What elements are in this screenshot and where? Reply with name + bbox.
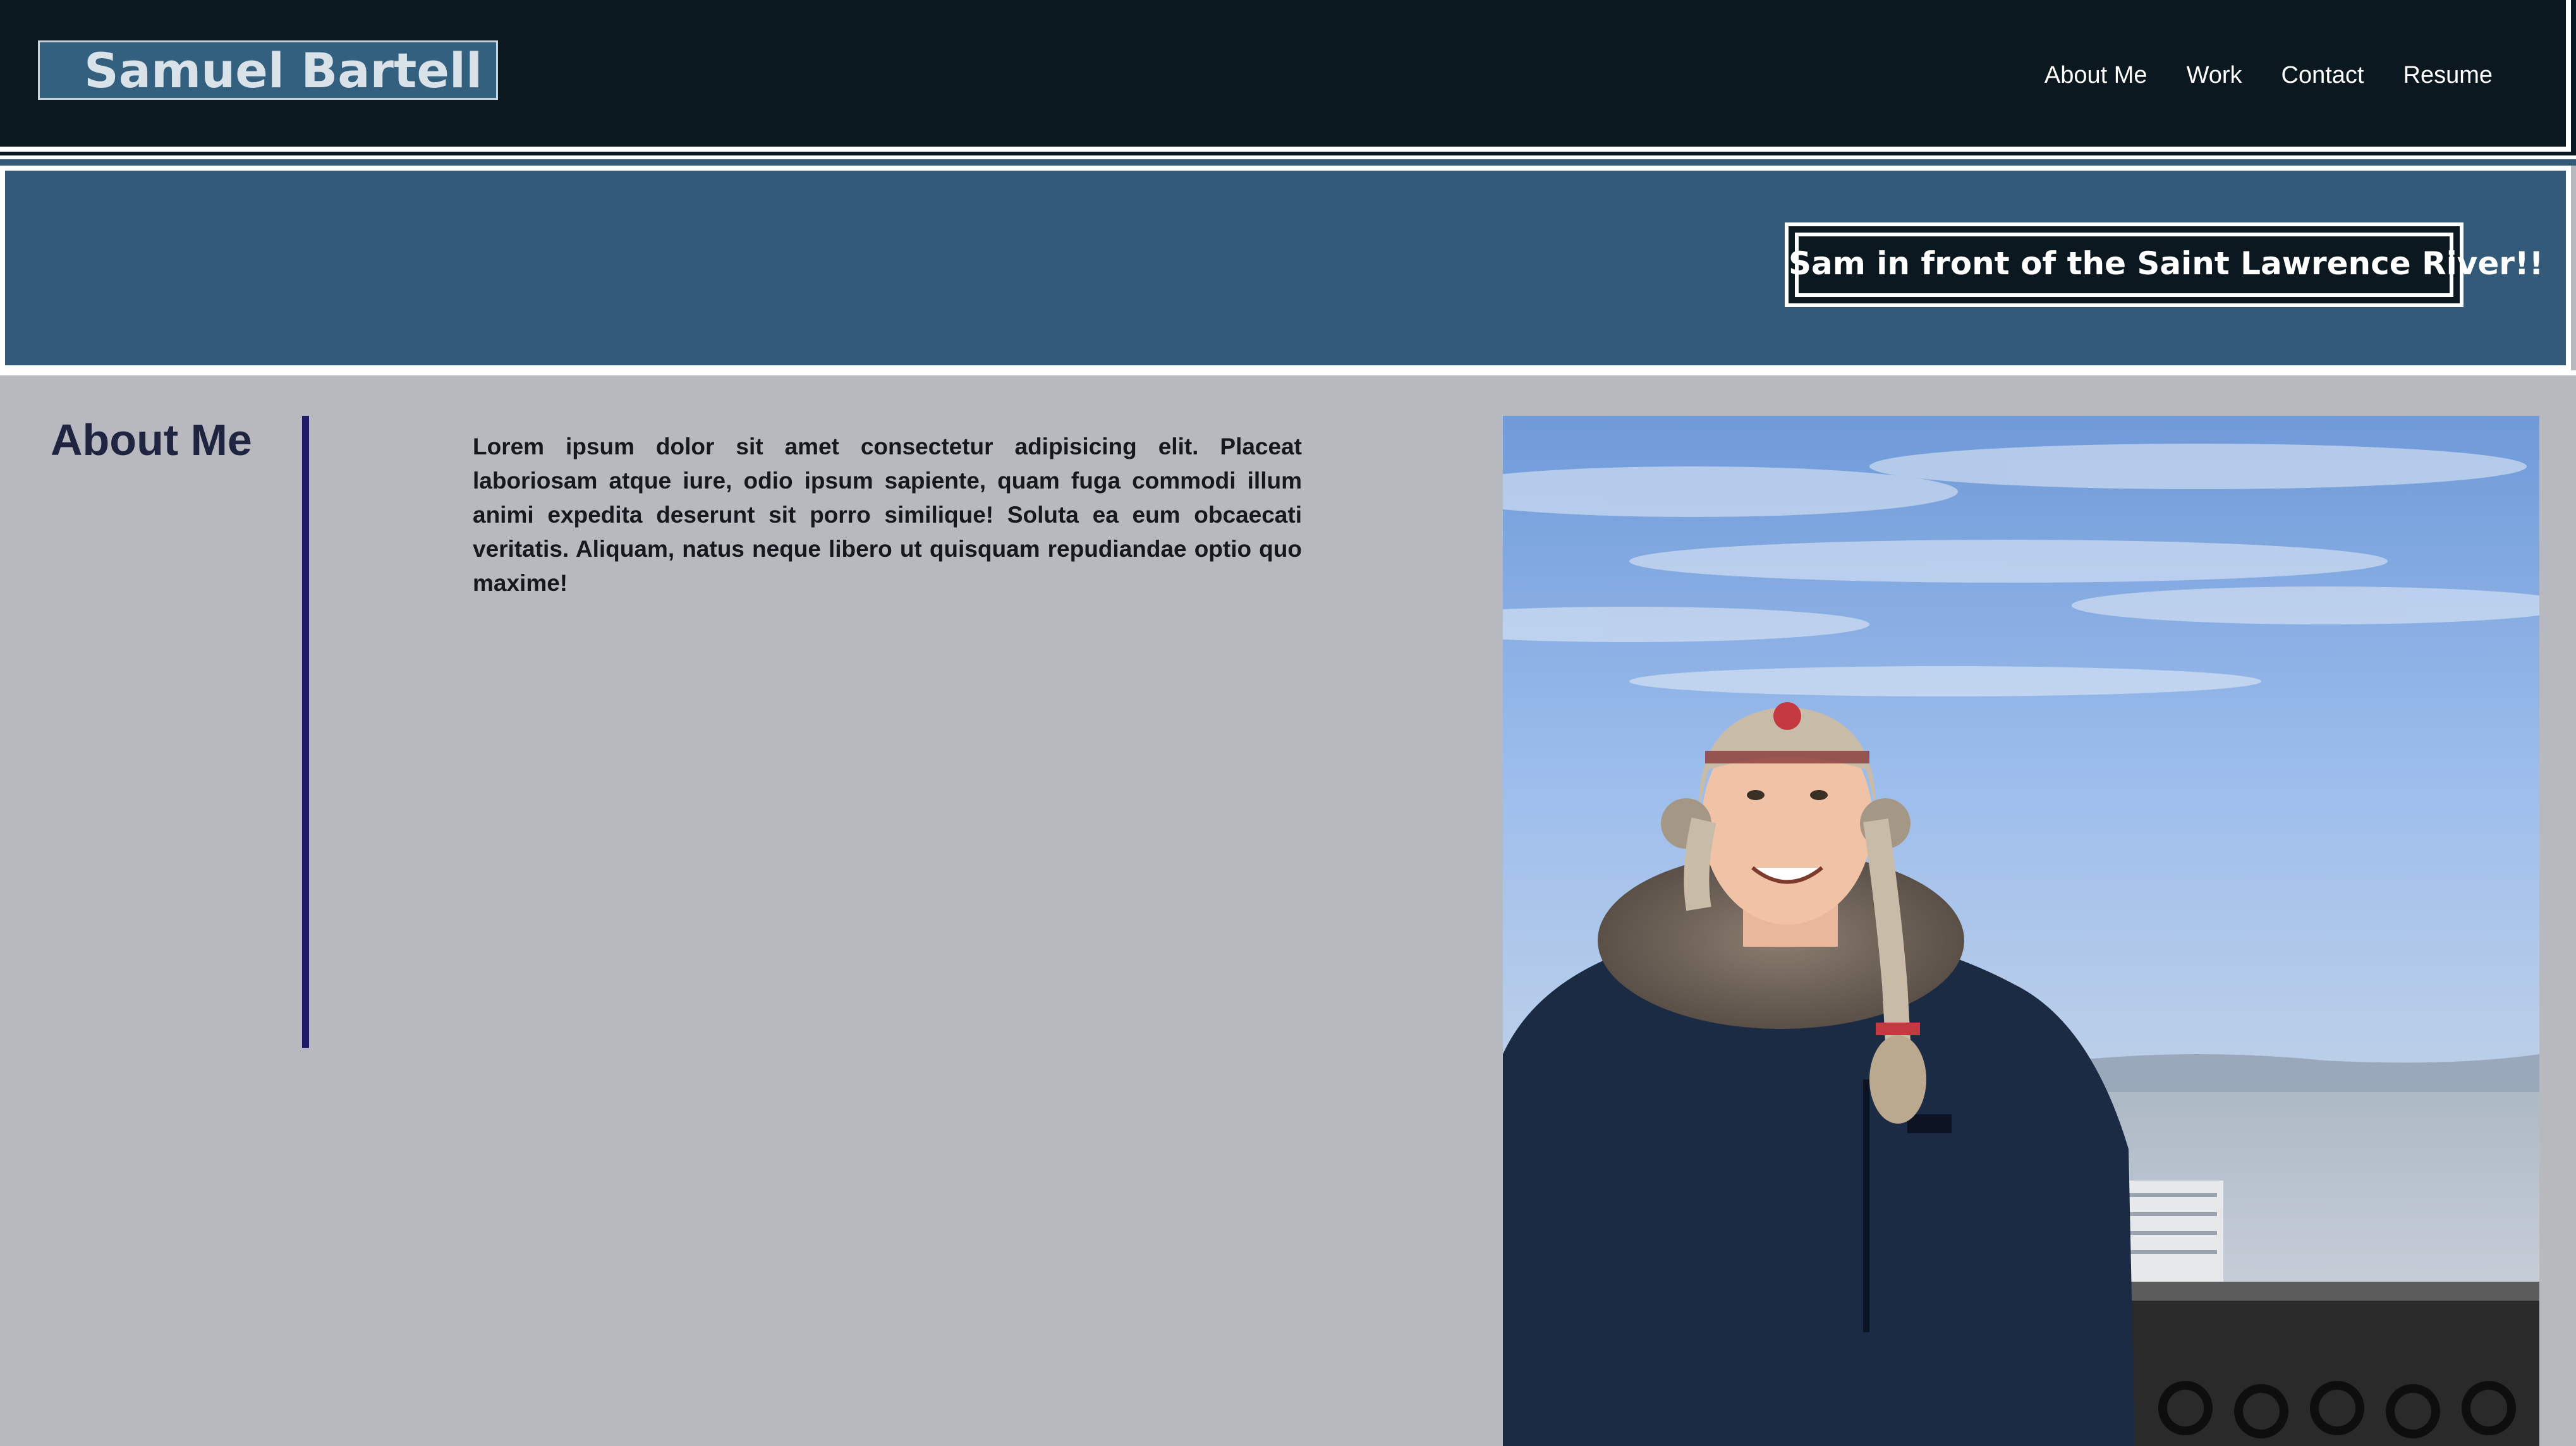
banner-border [0, 370, 2576, 375]
about-heading: About Me [51, 415, 252, 465]
nav-link-about-me[interactable]: About Me [2044, 62, 2148, 89]
photo-caption: Sam in front of the Saint Lawrence River… [1785, 222, 2544, 307]
about-paragraph: Lorem ipsum dolor sit amet consectetur a… [473, 434, 1302, 596]
banner-border [0, 159, 2576, 166]
nav-link-resume[interactable]: Resume [2403, 62, 2493, 89]
logo[interactable]: Samuel Bartell [38, 40, 498, 100]
nav-link-work[interactable]: Work [2187, 62, 2242, 89]
photo-caption-text: Sam in front of the Saint Lawrence River… [1789, 245, 2544, 282]
main-nav: About Me Work Contact Resume [2044, 62, 2493, 89]
logo-text: Samuel Bartell [83, 42, 482, 99]
site-header: Samuel Bartell About Me Work Contact Res… [0, 0, 2566, 147]
profile-photo [1503, 416, 2539, 1446]
header-border [0, 147, 2571, 152]
section-divider [302, 416, 309, 1048]
header-border [2566, 0, 2571, 152]
header-border [2571, 0, 2576, 159]
nav-link-contact[interactable]: Contact [2281, 62, 2364, 89]
